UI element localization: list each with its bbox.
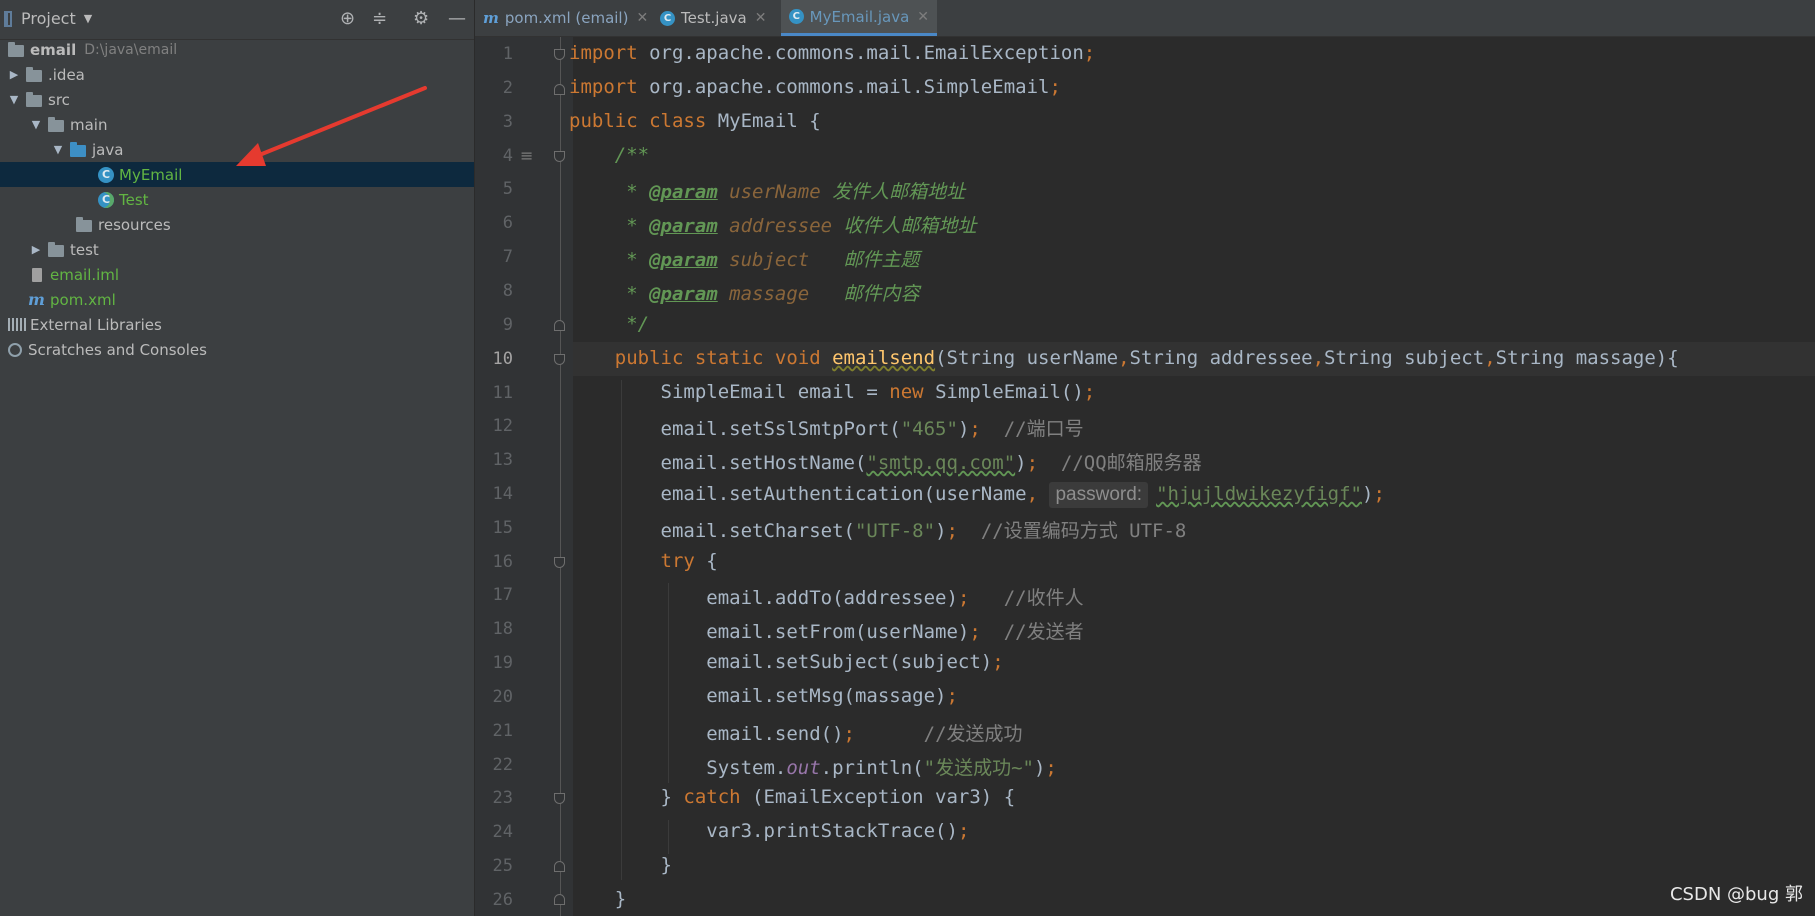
watermark: CSDN @bug 郭 [1669,884,1803,905]
annotation-arrow [236,86,427,166]
